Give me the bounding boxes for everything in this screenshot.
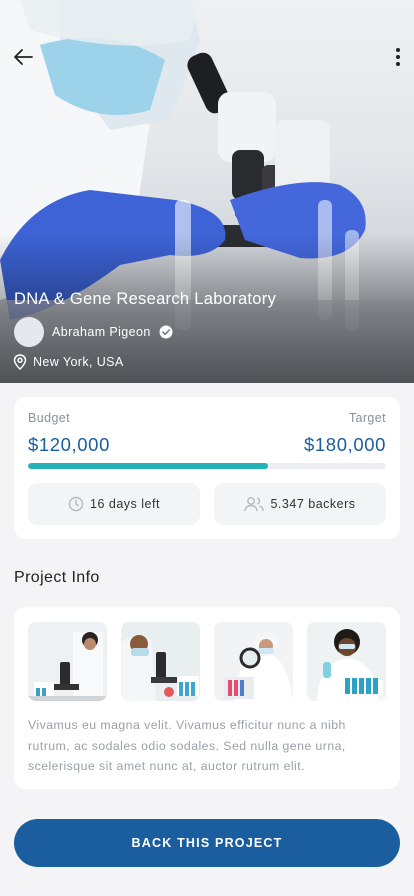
project-info-card: Vivamus eu magna velit. Vivamus efficitu… (14, 607, 400, 789)
days-left-text: 16 days left (90, 497, 160, 511)
budget-value: $120,000 (28, 434, 110, 455)
more-vertical-icon (396, 48, 400, 66)
target-value: $180,000 (304, 434, 386, 455)
target-label: Target (348, 411, 386, 425)
avatar (14, 317, 44, 347)
author-name: Abraham Pigeon (52, 325, 151, 339)
users-icon (244, 497, 265, 512)
project-description: Vivamus eu magna velit. Vivamus efficitu… (28, 718, 346, 773)
project-title: DNA & Gene Research Laboratory (14, 290, 277, 308)
author-row[interactable]: Abraham Pigeon (14, 317, 173, 347)
project-info-heading: Project Info (14, 569, 100, 586)
clock-icon (68, 496, 84, 512)
gallery-thumbnail[interactable] (214, 622, 293, 701)
gallery-thumbnail[interactable] (307, 622, 386, 701)
more-options-button[interactable] (390, 44, 406, 70)
back-project-button[interactable]: BACK THIS PROJECT (14, 819, 400, 867)
budget-label: Budget (28, 411, 71, 425)
back-button[interactable] (10, 44, 36, 70)
gallery-thumbnail[interactable] (28, 622, 107, 701)
verified-icon (159, 325, 173, 339)
days-left-chip: 16 days left (28, 483, 200, 525)
backers-text: 5.347 backers (270, 497, 356, 511)
funding-progress-bar (28, 463, 386, 469)
backers-chip: 5.347 backers (214, 483, 386, 525)
gallery-thumbnail[interactable] (121, 622, 200, 701)
location-text: New York, USA (33, 355, 124, 369)
location-pin-icon (13, 354, 27, 370)
funding-progress-fill (28, 463, 268, 469)
location-row: New York, USA (13, 353, 124, 371)
funding-card: Budget Target $120,000 $180,000 16 days … (14, 397, 400, 539)
back-arrow-icon (14, 49, 33, 65)
